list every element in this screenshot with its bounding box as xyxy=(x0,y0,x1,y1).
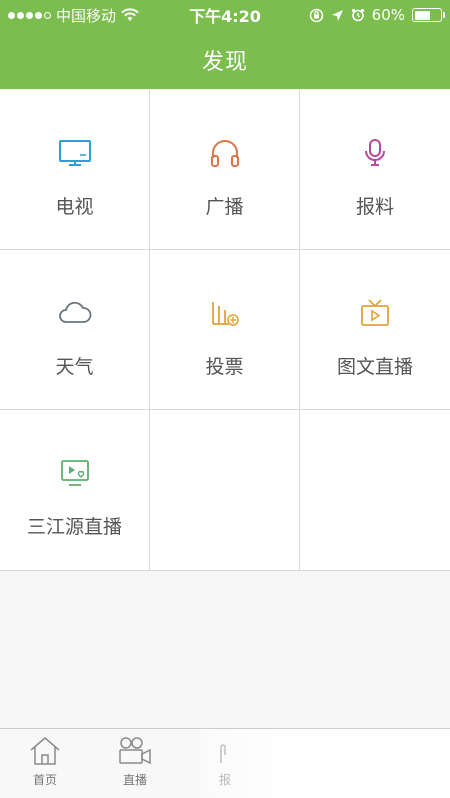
video-camera-icon xyxy=(119,737,151,765)
location-arrow-icon xyxy=(331,9,343,21)
home-icon xyxy=(30,737,60,765)
tab-bar: 首页 直播 报 xyxy=(0,728,450,798)
battery-percent: 60% xyxy=(371,6,405,24)
grid-item-weather[interactable]: 天气 xyxy=(0,250,150,410)
grid-item-label: 电视 xyxy=(55,196,94,218)
battery-icon xyxy=(412,8,445,22)
cloud-icon xyxy=(58,296,92,330)
microphone-icon xyxy=(358,136,392,170)
rotation-lock-icon xyxy=(309,8,323,22)
carrier-name: 中国移动 xyxy=(56,6,117,25)
bar-chart-icon xyxy=(208,296,242,330)
grid-item-photo-live[interactable]: 图文直播 xyxy=(300,250,450,410)
grid-item-label: 天气 xyxy=(55,356,94,378)
alarm-icon xyxy=(351,8,364,22)
discover-grid: 电视 广播 报料 天气 投票 图文直播 三江源直播 xyxy=(0,90,450,571)
nav-bar: 发现 xyxy=(0,30,450,89)
tab-bar-fade-overlay xyxy=(200,729,450,798)
grid-empty-cell xyxy=(300,410,450,570)
grid-item-tv[interactable]: 电视 xyxy=(0,90,150,250)
tab-label: 直播 xyxy=(122,773,147,787)
grid-item-sanjiangyuan-live[interactable]: 三江源直播 xyxy=(0,410,150,570)
tv-icon xyxy=(58,136,92,170)
grid-item-label: 投票 xyxy=(205,356,244,378)
tab-home[interactable]: 首页 xyxy=(0,729,90,798)
tab-label: 首页 xyxy=(32,773,57,787)
tab-live[interactable]: 直播 xyxy=(90,729,180,798)
grid-item-label: 报料 xyxy=(355,196,394,218)
grid-item-vote[interactable]: 投票 xyxy=(150,250,300,410)
signal-strength-icon xyxy=(8,11,51,19)
wifi-icon xyxy=(121,8,139,21)
grid-item-label: 三江源直播 xyxy=(26,516,122,538)
status-bar: 中国移动 下午4:20 60% xyxy=(0,0,450,30)
video-heart-icon xyxy=(58,456,92,490)
grid-item-report[interactable]: 报料 xyxy=(300,90,450,250)
grid-empty-cell xyxy=(150,410,300,570)
grid-item-radio[interactable]: 广播 xyxy=(150,90,300,250)
grid-item-label: 图文直播 xyxy=(336,356,413,378)
page-title: 发现 xyxy=(201,49,248,75)
headphones-icon xyxy=(208,136,242,170)
grid-item-label: 广播 xyxy=(205,196,244,218)
tv-play-icon xyxy=(358,296,392,330)
battery-fill xyxy=(414,10,430,20)
